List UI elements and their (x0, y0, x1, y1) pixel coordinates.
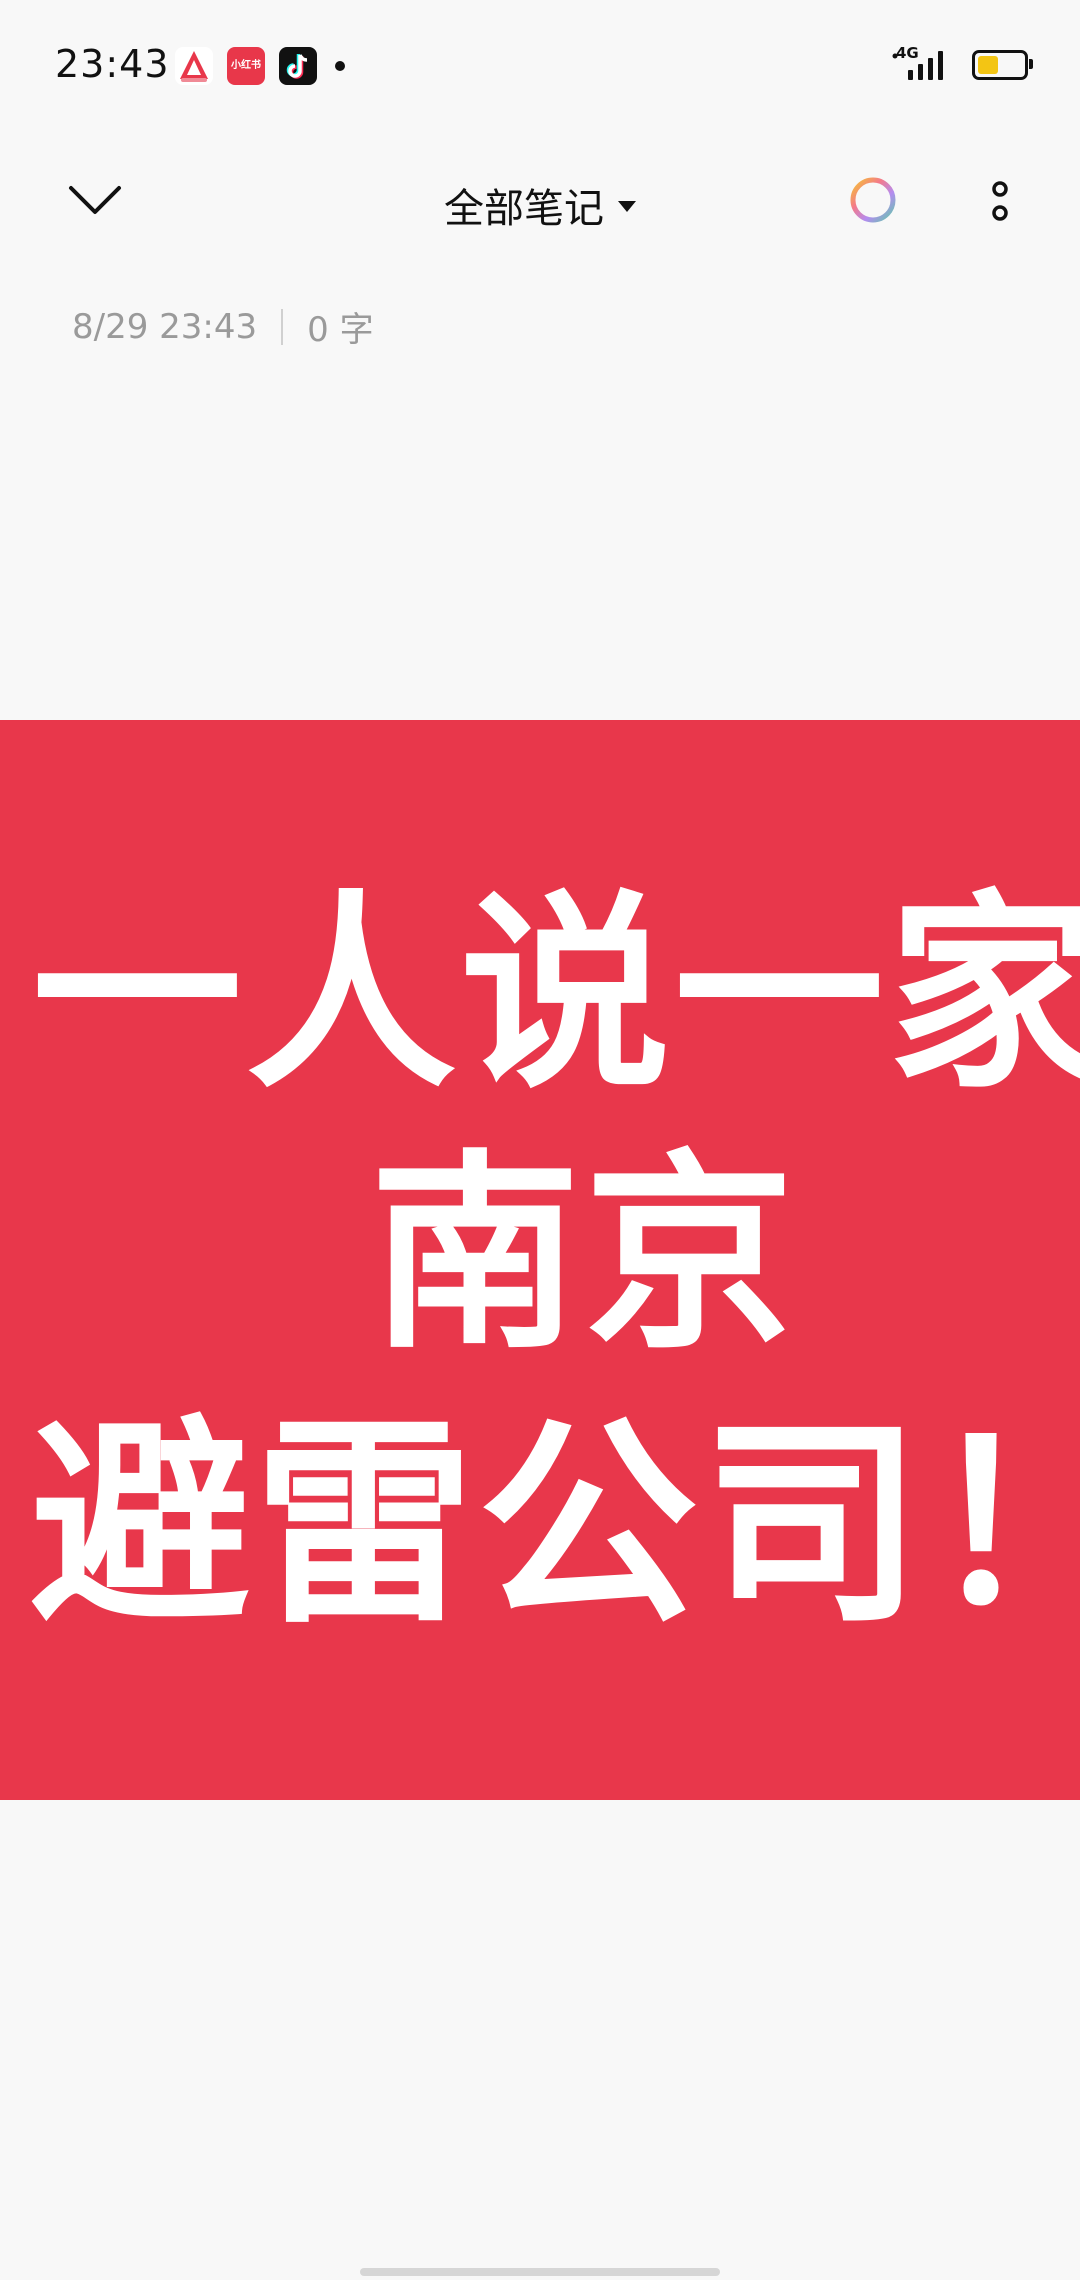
status-time: 23:43 (55, 42, 170, 86)
battery-level (978, 56, 998, 74)
notes-editor-screen: 23:43 小红书 4G 全部笔记 8/29 23:43 0 字 一人说一家 南… (0, 0, 1080, 2280)
app-notification-icon (175, 47, 213, 85)
more-notifications-dot (335, 61, 345, 71)
cellular-signal-icon: 4G (890, 44, 950, 82)
folder-selector[interactable]: 全部笔记 (390, 176, 690, 234)
note-meta: 8/29 23:43 0 字 (72, 302, 374, 351)
home-indicator[interactable] (360, 2268, 720, 2276)
meta-divider (281, 308, 284, 345)
notification-icons: 小红书 (175, 46, 345, 86)
collapse-button[interactable] (55, 168, 135, 232)
chevron-down-icon (69, 186, 121, 214)
note-timestamp: 8/29 23:43 (72, 306, 258, 347)
color-ring-icon (850, 177, 896, 223)
image-text-line-3: 避雷公司！ (30, 1397, 1080, 1653)
image-text-line-1: 一人说一家 (32, 872, 1080, 1117)
more-options-button[interactable] (970, 172, 1030, 232)
caret-down-icon (618, 200, 636, 212)
note-word-count: 0 字 (307, 310, 374, 350)
status-bar: 23:43 小红书 4G (0, 0, 1080, 130)
folder-label: 全部笔记 (444, 186, 604, 232)
image-text-line-2: 南京 (370, 1132, 799, 1377)
system-icons: 4G (890, 44, 1033, 82)
more-vertical-icon (992, 181, 1008, 221)
tiktok-notification-icon (279, 47, 317, 85)
xiaohongshu-notification-icon: 小红书 (227, 47, 265, 85)
note-image[interactable]: 一人说一家 南京 避雷公司！ (0, 720, 1080, 1800)
theme-color-button[interactable] (848, 175, 898, 225)
battery-icon (972, 50, 1033, 80)
editor-toolbar: 全部笔记 (0, 150, 1080, 250)
